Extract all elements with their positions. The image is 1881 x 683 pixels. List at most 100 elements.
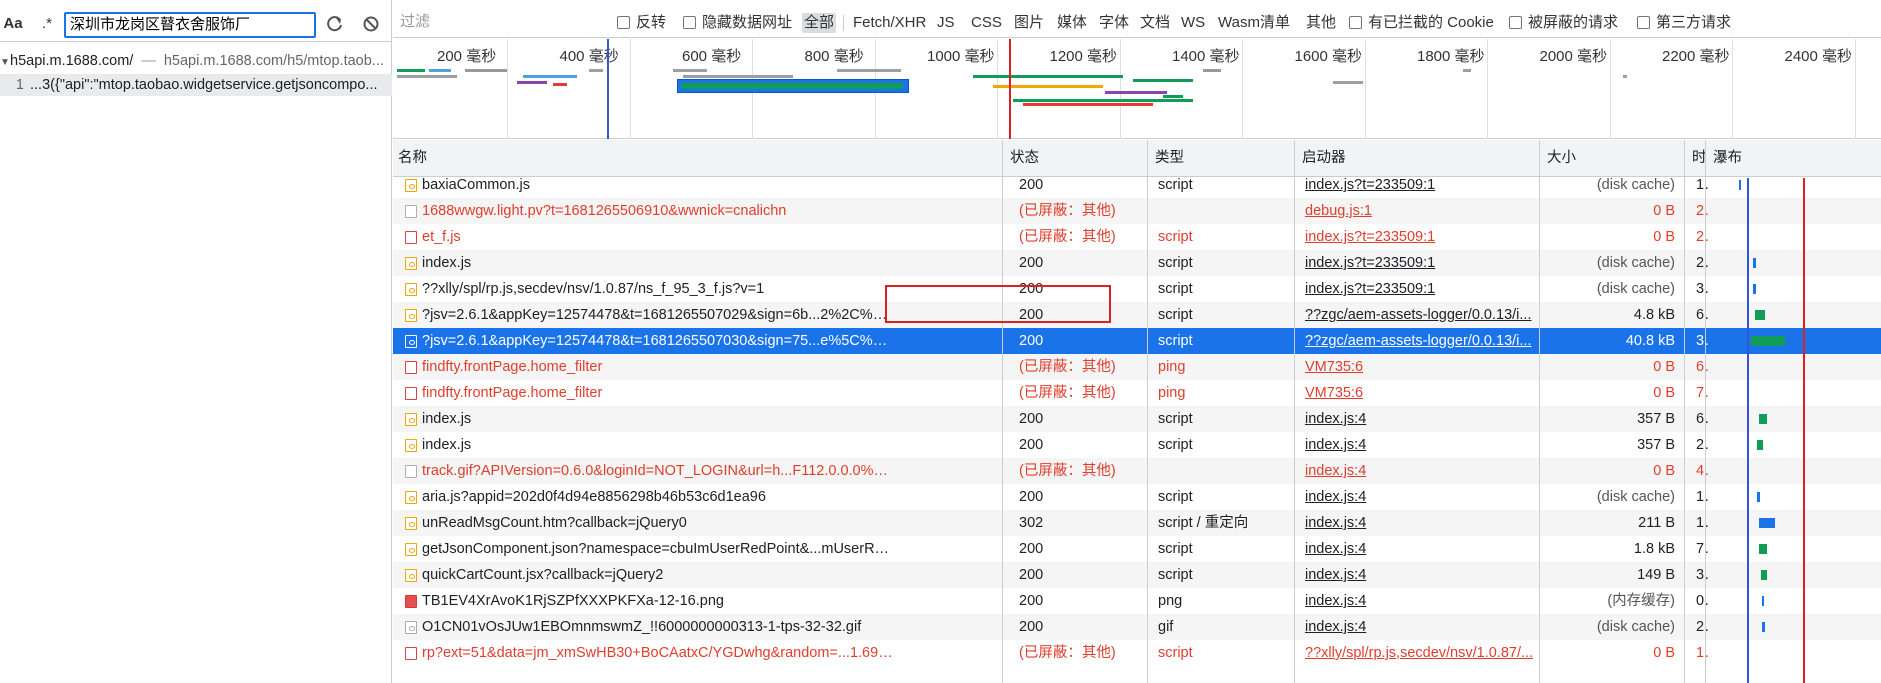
request-initiator-link[interactable]: debug.js:1: [1300, 198, 1540, 224]
header-type[interactable]: 类型: [1150, 140, 1290, 177]
request-name-cell[interactable]: findfty.frontPage.home_filter: [397, 354, 894, 380]
request-name-cell[interactable]: et_f.js: [397, 224, 894, 250]
table-row[interactable]: index.js 200 script index.js:4 357 B 6...: [393, 406, 1881, 432]
type-filter-2[interactable]: JS: [935, 13, 957, 33]
column-divider[interactable]: [1147, 140, 1148, 683]
request-name-cell[interactable]: index.js: [397, 406, 894, 432]
request-initiator-link[interactable]: index.js?t=233509:1: [1300, 178, 1540, 198]
table-row[interactable]: index.js 200 script index.js?t=233509:1 (dis…: [393, 250, 1881, 276]
request-name-cell[interactable]: quickCartCount.jsx?callback=jQuery2: [397, 562, 894, 588]
table-row[interactable]: ?jsv=2.6.1&appKey=12574478&t=16812655070…: [393, 328, 1881, 354]
request-initiator-link[interactable]: index.js:4: [1300, 562, 1540, 588]
header-status[interactable]: 状态: [1005, 140, 1145, 177]
hide-data-urls-checkbox[interactable]: 隐藏数据网址: [683, 13, 792, 33]
request-initiator-link[interactable]: index.js:4: [1300, 536, 1540, 562]
type-filter-11[interactable]: 其他: [1304, 13, 1338, 33]
type-filter-9[interactable]: Wasm: [1216, 13, 1262, 33]
request-name-cell[interactable]: track.gif?APIVersion=0.6.0&loginId=NOT_L…: [397, 458, 894, 484]
column-divider[interactable]: [1002, 140, 1003, 683]
match-case-button[interactable]: Aa: [2, 12, 24, 36]
request-initiator-link[interactable]: VM735:6: [1300, 354, 1540, 380]
type-filter-5[interactable]: 媒体: [1055, 13, 1089, 33]
request-initiator-link[interactable]: ??xlly/spl/rp.js,secdev/nsv/1.0.87/...: [1300, 640, 1540, 666]
request-name-cell[interactable]: ??xlly/spl/rp.js,secdev/nsv/1.0.87/ns_f_…: [397, 276, 894, 302]
request-name-cell[interactable]: O1CN01vOsJUw1EBOmnmswmZ_!!6000000000313-…: [397, 614, 894, 640]
type-filter-8[interactable]: WS: [1179, 13, 1207, 33]
request-name-cell[interactable]: index.js: [397, 432, 894, 458]
type-filter-7[interactable]: 文档: [1138, 13, 1172, 33]
overview-timeline[interactable]: 200 毫秒 400 毫秒 600 毫秒 800 毫秒 1000 毫秒 1200 毫秒 14…: [393, 39, 1881, 139]
request-size: 0 B: [1653, 645, 1675, 661]
table-row[interactable]: ??xlly/spl/rp.js,secdev/nsv/1.0.87/ns_f_…: [393, 276, 1881, 302]
type-filter-4[interactable]: 图片: [1012, 13, 1046, 33]
table-row[interactable]: baxiaCommon.js 200 script index.js?t=233509…: [393, 178, 1881, 198]
table-row[interactable]: findfty.frontPage.home_filter (已屏蔽：其他) pin…: [393, 380, 1881, 406]
request-type: script: [1158, 255, 1193, 271]
refresh-icon[interactable]: [324, 12, 346, 36]
request-initiator-link[interactable]: index.js?t=233509:1: [1300, 224, 1540, 250]
request-name-cell[interactable]: rp?ext=51&data=jm_xmSwHB30+BoCAatxC/YGDw…: [397, 640, 894, 666]
request-initiator-link[interactable]: ??zgc/aem-assets-logger/0.0.13/i...: [1300, 328, 1540, 354]
request-initiator-link[interactable]: index.js:4: [1300, 458, 1540, 484]
type-filter-3[interactable]: CSS: [969, 13, 1004, 33]
header-initiator[interactable]: 启动器: [1297, 140, 1537, 177]
header-size[interactable]: 大小: [1542, 140, 1682, 177]
header-name[interactable]: 名称: [393, 140, 893, 177]
request-initiator-link[interactable]: index.js?t=233509:1: [1300, 250, 1540, 276]
request-name-cell[interactable]: aria.js?appid=202d0f4d94e8856298b46b53c6…: [397, 484, 894, 510]
table-row[interactable]: O1CN01vOsJUw1EBOmnmswmZ_!!6000000000313-…: [393, 614, 1881, 640]
type-filter-10[interactable]: 清单: [1258, 13, 1292, 33]
request-name-cell[interactable]: 1688wwgw.light.pv?t=1681265506910&wwnick…: [397, 198, 894, 224]
table-row[interactable]: getJsonComponent.json?namespace=cbuImUse…: [393, 536, 1881, 562]
column-divider[interactable]: [1294, 140, 1295, 683]
table-row[interactable]: rp?ext=51&data=jm_xmSwHB30+BoCAatxC/YGDw…: [393, 640, 1881, 666]
clear-icon[interactable]: [360, 12, 382, 36]
request-initiator-link[interactable]: index.js:4: [1300, 614, 1540, 640]
request-initiator-link[interactable]: ??zgc/aem-assets-logger/0.0.13/i...: [1300, 302, 1540, 328]
type-filter-1[interactable]: Fetch/XHR: [851, 13, 928, 33]
header-waterfall[interactable]: 瀑布: [1708, 140, 1878, 177]
filter-input[interactable]: 过滤: [397, 11, 601, 33]
request-initiator-link[interactable]: VM735:6: [1300, 380, 1540, 406]
request-type: script: [1158, 307, 1193, 323]
table-row[interactable]: TB1EV4XrAvoK1RjSZPfXXXPKFXa-12-16.png 200…: [393, 588, 1881, 614]
request-initiator-link[interactable]: index.js:4: [1300, 432, 1540, 458]
search-input[interactable]: 深圳市龙岗区瞽衣舍服饰厂: [64, 12, 316, 38]
request-name-cell[interactable]: baxiaCommon.js: [397, 178, 894, 198]
invert-checkbox[interactable]: 反转: [617, 13, 666, 33]
table-row[interactable]: unReadMsgCount.htm?callback=jQuery0 302 sc…: [393, 510, 1881, 536]
request-name-cell[interactable]: unReadMsgCount.htm?callback=jQuery0: [397, 510, 894, 536]
request-initiator-link[interactable]: index.js?t=233509:1: [1300, 276, 1540, 302]
column-divider[interactable]: [1705, 140, 1706, 683]
blocked-requests-checkbox[interactable]: 被屏蔽的请求: [1509, 13, 1618, 33]
request-name-cell[interactable]: ?jsv=2.6.1&appKey=12574478&t=16812655070…: [397, 328, 894, 354]
request-name-cell[interactable]: TB1EV4XrAvoK1RjSZPfXXXPKFXa-12-16.png: [397, 588, 894, 614]
blocked-cookies-checkbox[interactable]: 有已拦截的 Cookie: [1349, 13, 1494, 33]
request-name-cell[interactable]: index.js: [397, 250, 894, 276]
type-filter-0[interactable]: 全部: [802, 13, 837, 33]
request-name-cell[interactable]: getJsonComponent.json?namespace=cbuImUse…: [397, 536, 894, 562]
search-result-line[interactable]: 1 ...3({"api":"mtop.taobao.widgetservice.…: [0, 74, 392, 96]
request-initiator-link[interactable]: index.js:4: [1300, 484, 1540, 510]
table-row[interactable]: findfty.frontPage.home_filter (已屏蔽：其他) pin…: [393, 354, 1881, 380]
table-row[interactable]: et_f.js (已屏蔽：其他) script index.js?t=233509:1…: [393, 224, 1881, 250]
request-name-cell[interactable]: ?jsv=2.6.1&appKey=12574478&t=16812655070…: [397, 302, 894, 328]
third-party-checkbox[interactable]: 第三方请求: [1637, 13, 1731, 33]
table-row[interactable]: quickCartCount.jsx?callback=jQuery2 200 sc…: [393, 562, 1881, 588]
header-time[interactable]: 时: [1687, 140, 1707, 177]
table-row[interactable]: track.gif?APIVersion=0.6.0&loginId=NOT_L…: [393, 458, 1881, 484]
table-row[interactable]: ?jsv=2.6.1&appKey=12574478&t=16812655070…: [393, 302, 1881, 328]
column-divider[interactable]: [1684, 140, 1685, 683]
request-initiator-link[interactable]: index.js:4: [1300, 406, 1540, 432]
request-initiator-link[interactable]: index.js:4: [1300, 510, 1540, 536]
regex-button[interactable]: .*: [36, 12, 58, 36]
search-result-file[interactable]: ▼h5api.m.1688.com/ — h5api.m.1688.com/h5/m…: [0, 50, 392, 72]
request-name-cell[interactable]: findfty.frontPage.home_filter: [397, 380, 894, 406]
column-divider[interactable]: [1539, 140, 1540, 683]
type-filter-6[interactable]: 字体: [1097, 13, 1131, 33]
expand-triangle-icon[interactable]: ▼: [0, 52, 10, 72]
request-initiator-link[interactable]: index.js:4: [1300, 588, 1540, 614]
table-row[interactable]: index.js 200 script index.js:4 357 B 2...: [393, 432, 1881, 458]
table-row[interactable]: aria.js?appid=202d0f4d94e8856298b46b53c6…: [393, 484, 1881, 510]
table-row[interactable]: 1688wwgw.light.pv?t=1681265506910&wwnick…: [393, 198, 1881, 224]
